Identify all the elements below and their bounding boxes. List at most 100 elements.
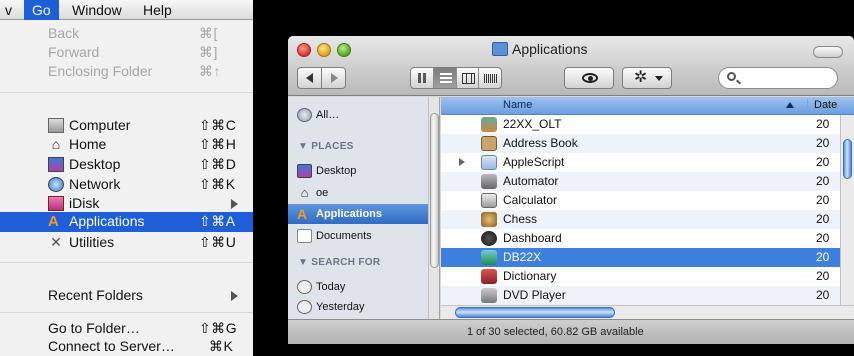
list-item[interactable]: Calculator 20 (441, 191, 854, 210)
close-button[interactable] (297, 43, 311, 57)
sidebar-item-oe[interactable]: ⌂ oe (288, 183, 428, 203)
dashboard-icon (481, 231, 497, 246)
menu-item-label: iDisk (69, 195, 100, 211)
menu-item-applications[interactable]: A Applications ⇧⌘A (0, 212, 253, 232)
list-view-button[interactable] (433, 68, 457, 88)
vertical-scroll-thumb[interactable] (843, 139, 852, 179)
horizontal-scrollbar[interactable] (441, 305, 854, 319)
menu-item-recent-folders[interactable]: Recent Folders (0, 286, 253, 305)
sidebar-item-desktop[interactable]: Desktop (288, 161, 428, 181)
item-date: 20 (816, 155, 830, 169)
desktop-icon (48, 157, 64, 172)
network-icon (48, 177, 64, 192)
list-item[interactable]: Dictionary 20 (441, 267, 854, 286)
menu-item-label: Back (48, 25, 80, 41)
action-menu-button[interactable]: ✲ (622, 67, 672, 89)
menu-item-shortcut: ⌘] (199, 44, 218, 60)
column-header-date[interactable]: Date (807, 99, 837, 111)
all-icon (297, 108, 312, 122)
menu-window[interactable]: Window (64, 0, 130, 20)
menu-item-computer[interactable]: Computer ⇧⌘C (0, 116, 253, 135)
menu-item-home[interactable]: ⌂ Home ⇧⌘H (0, 135, 253, 154)
vertical-scrollbar[interactable] (840, 115, 854, 307)
menu-item-shortcut: ⇧⌘D (199, 156, 237, 172)
cover-flow-button[interactable] (479, 68, 501, 88)
menu-item-shortcut: ⇧⌘A (199, 213, 236, 229)
back-button[interactable] (297, 67, 322, 89)
sidebar-scroll-thumb[interactable] (430, 113, 439, 268)
sidebar-header-places[interactable]: ▼ PLACES (298, 141, 354, 152)
sort-ascending-icon (786, 102, 794, 108)
item-date: 20 (816, 136, 830, 150)
sidebar-item-all[interactable]: All… (288, 105, 428, 125)
sidebar-item-documents[interactable]: Documents (288, 226, 428, 246)
list-item[interactable]: AppleScript 20 (441, 153, 854, 172)
menu-item-idisk[interactable]: iDisk (0, 194, 253, 213)
app-icon (481, 117, 497, 132)
forward-arrow-icon (331, 73, 338, 83)
submenu-arrow-icon (231, 199, 238, 209)
folder-icon (481, 155, 497, 170)
list-item[interactable]: 22XX_OLT 20 (441, 115, 854, 134)
toolbar-toggle-button[interactable] (813, 46, 843, 58)
gear-icon: ✲ (634, 69, 648, 86)
list-item-selected[interactable]: DB22X 20 (441, 248, 854, 267)
menu-item-shortcut: ⌘[ (199, 25, 218, 41)
sidebar-item-label: All… (316, 109, 340, 121)
disclosure-triangle-icon[interactable] (459, 158, 465, 166)
address-book-icon (481, 136, 497, 151)
search-input[interactable] (718, 67, 838, 89)
zoom-button[interactable] (337, 43, 351, 57)
minimize-button[interactable] (317, 43, 331, 57)
forward-button[interactable] (321, 67, 346, 89)
menu-item-enclosing-folder[interactable]: Enclosing Folder ⌘↑ (0, 62, 253, 81)
sidebar-item-applications[interactable]: A Applications (288, 204, 428, 224)
quick-look-button[interactable] (564, 67, 614, 89)
menu-item-desktop[interactable]: Desktop ⇧⌘D (0, 155, 253, 174)
menu-separator (0, 92, 253, 93)
list-header: Name Date (441, 97, 854, 115)
menu-item-label: Recent Folders (48, 287, 143, 303)
list-item[interactable]: Address Book 20 (441, 134, 854, 153)
column-view-button[interactable] (457, 68, 480, 88)
sidebar-item-today[interactable]: Today (288, 277, 428, 297)
menu-item-shortcut: ⇧⌘G (199, 320, 238, 336)
window-title: Applications (512, 41, 588, 57)
chess-icon (481, 212, 497, 227)
item-date: 20 (816, 193, 830, 207)
horizontal-scroll-thumb[interactable] (455, 307, 615, 318)
menu-item-label: Applications (69, 213, 145, 229)
menu-item-label: Home (69, 136, 107, 152)
list-item[interactable]: Chess 20 (441, 210, 854, 229)
menu-item-connect-to-server[interactable]: Connect to Server… ⌘K (0, 337, 253, 356)
status-bar: 1 of 30 selected, 60.82 GB available (288, 319, 854, 344)
idisk-icon (48, 196, 64, 211)
menu-item-forward[interactable]: Forward ⌘] (0, 43, 253, 62)
item-name: Automator (503, 174, 559, 188)
item-name: 22XX_OLT (503, 117, 562, 131)
list-item[interactable]: DVD Player 20 (441, 286, 854, 305)
menu-item-go-to-folder[interactable]: Go to Folder… ⇧⌘G (0, 319, 253, 338)
menu-help[interactable]: Help (135, 0, 180, 20)
sidebar-header-search-for[interactable]: ▼ SEARCH FOR (298, 257, 380, 268)
menu-partial[interactable]: v (0, 0, 20, 20)
sidebar-item-label: Applications (316, 208, 383, 220)
menu-go[interactable]: Go (24, 0, 59, 20)
menu-item-network[interactable]: Network ⇧⌘K (0, 175, 253, 194)
list-item[interactable]: Automator 20 (441, 172, 854, 191)
desktop-icon (297, 164, 312, 178)
automator-icon (481, 174, 497, 189)
item-name: Address Book (503, 136, 578, 150)
sidebar-scrollbar[interactable] (428, 97, 439, 319)
menu-item-shortcut: ⌘↑ (199, 63, 221, 79)
list-item[interactable]: Dashboard 20 (441, 229, 854, 248)
menu-item-back[interactable]: Back ⌘[ (0, 24, 253, 43)
menu-item-utilities[interactable]: ✕ Utilities ⇧⌘U (0, 233, 253, 252)
sidebar-item-yesterday[interactable]: Yesterday (288, 297, 428, 317)
applications-icon: A (297, 206, 308, 222)
column-header-name[interactable]: Name (503, 99, 532, 111)
icon-view-button[interactable] (411, 68, 434, 88)
sidebar-item-label: Documents (316, 230, 372, 242)
item-name: Dictionary (503, 269, 557, 283)
sidebar: All… ▼ PLACES Desktop ⌂ oe A Application… (288, 97, 440, 319)
